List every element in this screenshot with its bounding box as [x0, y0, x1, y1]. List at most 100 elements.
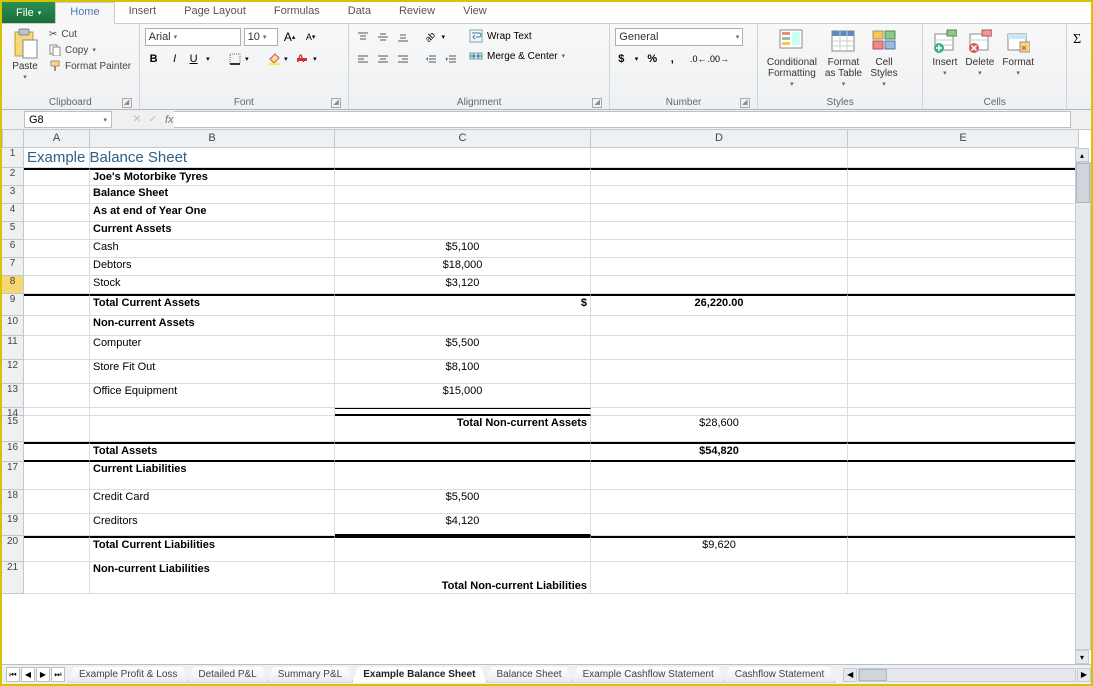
bold-button[interactable]: B — [145, 50, 163, 68]
cell[interactable] — [335, 408, 591, 416]
cell[interactable] — [591, 240, 848, 258]
scroll-down-icon[interactable]: ▾ — [1075, 650, 1089, 664]
dialog-launcher-icon[interactable]: ◢ — [592, 98, 602, 108]
format-as-table-button[interactable]: Format as Table▾ — [821, 26, 866, 90]
cell-styles-button[interactable]: Cell Styles▾ — [866, 26, 902, 90]
italic-button[interactable]: I — [166, 50, 184, 68]
cells-area[interactable]: Example Balance Sheet Joe's Motorbike Ty… — [24, 148, 1079, 664]
cell[interactable] — [24, 360, 90, 384]
align-left-button[interactable] — [354, 50, 372, 68]
row-header[interactable]: 21 — [2, 562, 24, 594]
cell[interactable]: 26,220.00 — [591, 294, 848, 316]
cancel-formula-icon[interactable]: ✕ — [130, 114, 144, 125]
cell[interactable] — [848, 294, 1079, 316]
row-header[interactable]: 10 — [2, 316, 24, 336]
scroll-up-icon[interactable]: ▴ — [1075, 148, 1089, 162]
cell[interactable]: $54,820 — [591, 442, 848, 462]
tab-formulas[interactable]: Formulas — [260, 2, 334, 23]
cell[interactable]: $15,000 — [335, 384, 591, 408]
row-header[interactable]: 4 — [2, 204, 24, 222]
cell[interactable] — [591, 462, 848, 490]
cell[interactable] — [848, 514, 1079, 536]
cell[interactable] — [335, 204, 591, 222]
cell[interactable]: Store Fit Out — [90, 360, 335, 384]
scroll-left-icon[interactable]: ◀ — [843, 668, 857, 682]
number-format-combo[interactable]: General▾ — [615, 28, 743, 46]
cell[interactable] — [848, 222, 1079, 240]
cell[interactable]: Total Current Assets — [90, 294, 335, 316]
cell[interactable] — [24, 186, 90, 204]
scroll-right-icon[interactable]: ▶ — [1077, 668, 1091, 682]
formula-input[interactable] — [174, 111, 1071, 128]
cell[interactable]: $5,500 — [335, 490, 591, 514]
conditional-formatting-button[interactable]: Conditional Formatting▾ — [763, 26, 821, 90]
wrap-text-button[interactable]: Wrap Text — [466, 28, 568, 44]
autosum-icon[interactable]: Σ — [1072, 30, 1086, 46]
cell[interactable] — [24, 490, 90, 514]
row-header[interactable]: 12 — [2, 360, 24, 384]
cell[interactable] — [90, 408, 335, 416]
tab-data[interactable]: Data — [334, 2, 385, 23]
increase-indent-button[interactable] — [442, 50, 460, 68]
cell[interactable] — [24, 562, 90, 594]
cell[interactable]: Stock — [90, 276, 335, 294]
last-sheet-icon[interactable]: ⏭ — [51, 667, 65, 682]
cell[interactable] — [591, 384, 848, 408]
cell[interactable] — [848, 204, 1079, 222]
cell[interactable]: Balance Sheet — [90, 186, 335, 204]
cell[interactable]: $8,100 — [335, 360, 591, 384]
row-header[interactable]: 7 — [2, 258, 24, 276]
col-header[interactable]: C — [335, 130, 591, 148]
scroll-thumb[interactable] — [859, 669, 887, 681]
cell[interactable] — [591, 490, 848, 514]
row-header[interactable]: 19 — [2, 514, 24, 536]
cell[interactable] — [24, 240, 90, 258]
fill-color-button[interactable]: ▾ — [265, 50, 291, 68]
cell[interactable] — [591, 316, 848, 336]
cell[interactable]: $5,500 — [335, 336, 591, 360]
cell[interactable]: $ — [335, 294, 591, 316]
paste-button[interactable]: Paste ▾ — [7, 26, 43, 83]
file-tab[interactable]: File ▾ — [2, 2, 55, 23]
tab-review[interactable]: Review — [385, 2, 449, 23]
sheet-tab[interactable]: Detailed P&L — [187, 667, 267, 683]
increase-decimal-button[interactable]: .0← — [689, 50, 707, 68]
cell[interactable]: $3,120 — [335, 276, 591, 294]
sheet-tab[interactable]: Example Cashflow Statement — [572, 667, 725, 683]
sheet-tab[interactable]: Example Profit & Loss — [68, 667, 188, 683]
font-name-combo[interactable]: Arial▾ — [145, 28, 241, 46]
col-header[interactable]: A — [24, 130, 90, 148]
font-color-button[interactable]: A▾ — [294, 50, 320, 68]
decrease-decimal-button[interactable]: .00→ — [709, 50, 727, 68]
cell[interactable] — [335, 168, 591, 186]
dialog-launcher-icon[interactable]: ◢ — [122, 98, 132, 108]
cell[interactable]: Office Equipment — [90, 384, 335, 408]
borders-button[interactable]: ▾ — [226, 50, 252, 68]
cell[interactable]: Non-current Liabilities — [90, 562, 335, 594]
comma-button[interactable]: , — [663, 50, 681, 68]
sheet-tab[interactable]: Cashflow Statement — [724, 667, 836, 683]
cell[interactable]: $9,620 — [591, 536, 848, 562]
shrink-font-button[interactable]: A▾ — [302, 28, 320, 46]
cell[interactable] — [24, 462, 90, 490]
cell[interactable] — [848, 148, 1079, 168]
horizontal-scrollbar[interactable]: ◀ ▶ — [843, 668, 1091, 682]
select-all-corner[interactable] — [2, 130, 24, 148]
cell[interactable]: As at end of Year One — [90, 204, 335, 222]
cell[interactable] — [848, 562, 1079, 594]
cell[interactable] — [848, 416, 1079, 442]
cell[interactable] — [24, 408, 90, 416]
cell[interactable] — [90, 148, 335, 168]
next-sheet-icon[interactable]: ▶ — [36, 667, 50, 682]
cell[interactable] — [24, 514, 90, 536]
cell[interactable] — [591, 360, 848, 384]
enter-formula-icon[interactable]: ✓ — [146, 114, 160, 125]
cut-button[interactable]: ✂ Cut — [47, 28, 133, 41]
column-headers[interactable]: A B C D E — [24, 130, 1079, 148]
cell[interactable] — [848, 462, 1079, 490]
cell[interactable] — [24, 536, 90, 562]
cell[interactable]: Cash — [90, 240, 335, 258]
row-header[interactable]: 5 — [2, 222, 24, 240]
format-painter-button[interactable]: Format Painter — [47, 59, 133, 73]
cell[interactable]: Debtors — [90, 258, 335, 276]
